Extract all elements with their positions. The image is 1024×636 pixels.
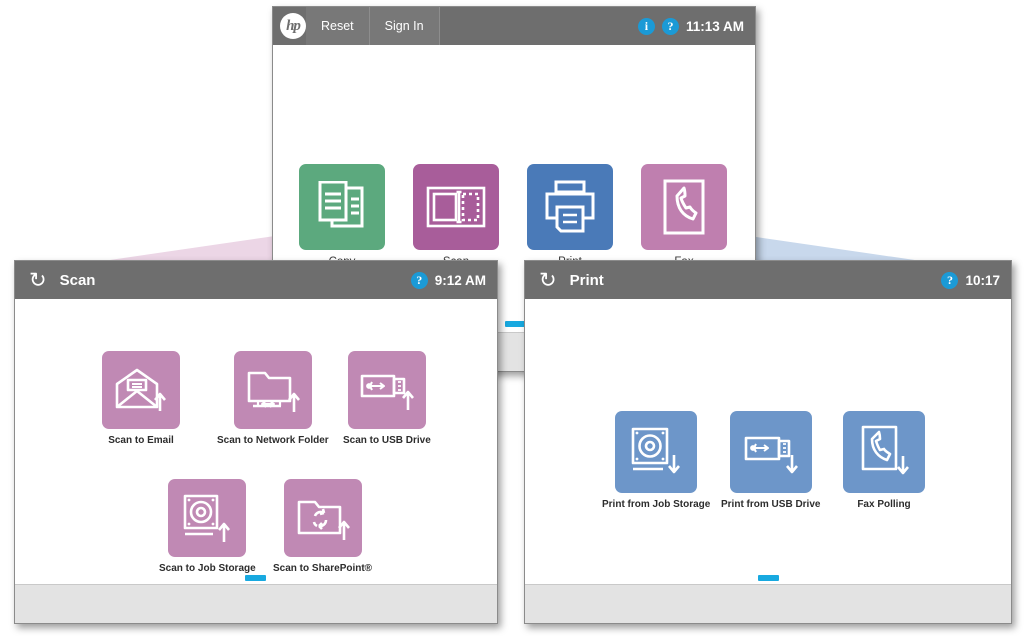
tile-scan-button[interactable] (413, 164, 499, 250)
tile-print-from-usb-drive[interactable]: Print from USB Drive (721, 411, 820, 510)
scan-to-usb-drive-icon (360, 374, 414, 410)
help-icon[interactable]: ? (410, 271, 428, 289)
tile-print-button[interactable] (527, 164, 613, 250)
tile-scan-to-network-folder[interactable]: Scan to Network Folder (217, 351, 329, 446)
print-panel-body: Print from Job Storage Print from USB Dr… (525, 299, 1011, 623)
tile-scan-to-email-button[interactable] (102, 351, 180, 429)
hp-logo-icon[interactable]: hp (280, 13, 306, 39)
scan-icon (426, 186, 486, 228)
scan-panel-header: ↺ Scan ? 9:12 AM (15, 261, 497, 299)
fax-polling-icon (861, 425, 909, 475)
scan-header-right: ? 9:12 AM (410, 271, 486, 289)
scan-to-network-folder-icon (247, 371, 300, 412)
print-panel-header: ↺ Print ? 10:17 (525, 261, 1011, 299)
tile-print-from-job-storage-button[interactable] (615, 411, 698, 493)
hp-logo-text: hp (286, 17, 301, 34)
tile-scan-to-network-folder-label: Scan to Network Folder (217, 435, 329, 446)
print-from-usb-drive-icon (744, 436, 798, 474)
tile-print-from-usb-drive-label: Print from USB Drive (721, 499, 821, 510)
tile-fax-polling-button[interactable] (843, 411, 925, 493)
tile-scan-to-job-storage-button[interactable] (168, 479, 247, 557)
scan-panel-footer (15, 584, 497, 623)
tile-print-from-job-storage[interactable]: Print from Job Storage (602, 411, 710, 510)
tile-scan-to-sharepoint-label: Scan to SharePoint® (273, 563, 373, 574)
tile-print-from-job-storage-label: Print from Job Storage (602, 499, 711, 510)
scan-panel-title: Scan (59, 271, 96, 289)
tile-scan[interactable]: Scan (413, 164, 499, 269)
help-icon[interactable]: ? (661, 17, 679, 35)
home-header-right: i ? 11:13 AM (637, 17, 744, 35)
scan-clock: 9:12 AM (434, 272, 486, 288)
scan-to-job-storage-icon (184, 494, 231, 542)
sign-in-button[interactable]: Sign In (369, 7, 440, 45)
home-panel-header: hp Reset Sign In i ? 11:13 AM (273, 7, 755, 45)
tile-scan-to-usb-drive-button[interactable] (347, 351, 426, 429)
tile-fax-polling-label: Fax Polling (857, 499, 911, 510)
tile-scan-to-usb-drive-label: Scan to USB Drive (343, 435, 431, 446)
tile-copy-button[interactable] (299, 164, 385, 250)
screenshot-stage: hp Reset Sign In i ? 11:13 AM ↺ Scan ? 9… (0, 0, 1024, 636)
back-arrow-icon[interactable]: ↺ (29, 269, 47, 292)
print-clock: 10:17 (965, 272, 1000, 288)
info-icon[interactable]: i (637, 17, 655, 35)
print-panel: ↺ Print ? 10:17 Print from Job Storage P… (524, 260, 1012, 624)
print-icon (545, 180, 595, 233)
tile-scan-to-sharepoint[interactable]: Scan to SharePoint® (273, 479, 372, 574)
print-panel-title: Print (569, 271, 604, 289)
scan-to-sharepoint-icon (297, 500, 350, 540)
fax-icon (663, 179, 705, 235)
tile-print[interactable]: Print (527, 164, 613, 269)
tile-scan-to-usb-drive[interactable]: Scan to USB Drive (343, 351, 431, 446)
print-panel-footer (525, 584, 1011, 623)
home-page-indicator[interactable] (505, 321, 526, 327)
home-clock: 11:13 AM (685, 18, 744, 34)
tile-scan-to-job-storage-label: Scan to Job Storage (159, 563, 256, 574)
scan-to-email-icon (115, 368, 166, 411)
scan-panel-body: Scan to Email Scan to Network Folder Sca… (15, 299, 497, 623)
tile-scan-to-job-storage[interactable]: Scan to Job Storage (159, 479, 256, 574)
scan-panel: ↺ Scan ? 9:12 AM Scan to Email Scan to N… (14, 260, 498, 624)
tile-fax-button[interactable] (641, 164, 727, 250)
copy-icon (318, 181, 364, 228)
print-header-right: ? 10:17 (941, 271, 1000, 289)
tile-print-from-usb-drive-button[interactable] (729, 411, 812, 493)
print-page-indicator[interactable] (758, 575, 779, 581)
tile-fax-polling[interactable]: Fax Polling (843, 411, 925, 510)
tile-scan-to-email-label: Scan to Email (108, 435, 174, 446)
back-arrow-icon[interactable]: ↺ (539, 269, 557, 292)
tile-scan-to-sharepoint-button[interactable] (283, 479, 362, 557)
tile-scan-to-network-folder-button[interactable] (233, 351, 312, 429)
reset-button[interactable]: Reset (306, 7, 370, 45)
tile-fax[interactable]: Fax (641, 164, 727, 269)
print-from-job-storage-icon (631, 427, 681, 474)
tile-scan-to-email[interactable]: Scan to Email (102, 351, 180, 446)
scan-page-indicator[interactable] (245, 575, 266, 581)
tile-copy[interactable]: Copy (299, 164, 385, 269)
help-icon[interactable]: ? (941, 271, 959, 289)
